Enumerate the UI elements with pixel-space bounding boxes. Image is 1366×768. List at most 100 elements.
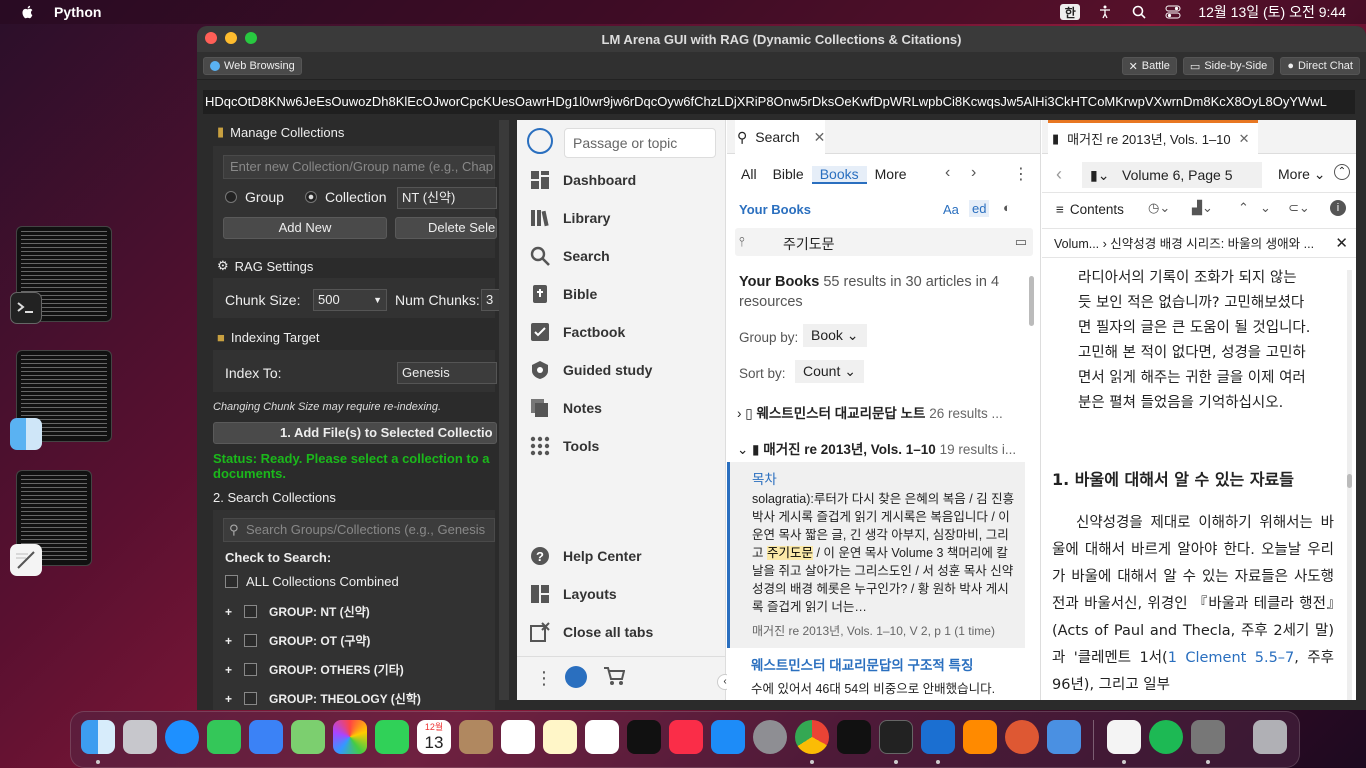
location-selector[interactable]: ▮⌄ Volume 6, Page 5 (1082, 162, 1262, 188)
apple-tv-dock-icon[interactable] (627, 720, 661, 754)
more-options-icon[interactable]: ⋮ (1013, 164, 1029, 184)
clock[interactable]: 12월 13일 (토) 오전 9:44 (1198, 2, 1346, 22)
nav-dashboard[interactable]: Dashboard (529, 168, 636, 192)
close-window-button[interactable] (205, 32, 217, 44)
expand-icon[interactable]: + (225, 634, 232, 648)
index-to-select[interactable]: Genesis (397, 362, 497, 384)
link-icon[interactable]: ⊂⌄ (1288, 200, 1310, 216)
group-ot-row[interactable]: + GROUP: OT (구약) (225, 632, 370, 649)
word-forms-toggle[interactable]: ed (969, 200, 990, 217)
search-query-input[interactable]: 주기도문 (783, 234, 835, 254)
calendar-dock-icon[interactable]: 12월 13 (417, 720, 451, 754)
search-tab[interactable]: ⚲ Search ✕ (735, 120, 825, 154)
maps-dock-icon[interactable] (291, 720, 325, 754)
app-store-dock-icon[interactable] (711, 720, 745, 754)
messages-dock-icon[interactable] (207, 720, 241, 754)
nav-tools[interactable]: Tools (529, 434, 599, 458)
terminal-app-icon[interactable] (10, 292, 42, 324)
keyboard-icon[interactable]: ▭ (1015, 234, 1027, 250)
hit-title[interactable]: 목차 (752, 468, 777, 488)
logos-dock-icon[interactable] (921, 720, 955, 754)
contents-button[interactable]: ≡ Contents (1056, 202, 1124, 217)
control-center-icon[interactable] (1164, 3, 1182, 21)
checkbox[interactable] (244, 663, 258, 676)
back-icon[interactable]: ‹ (945, 164, 950, 182)
accessibility-icon[interactable] (1096, 3, 1114, 21)
side-by-side-button[interactable]: ▭ Side-by-Side (1182, 57, 1275, 75)
textedit-dock-icon[interactable] (1107, 720, 1141, 754)
group-theology-row[interactable]: + GROUP: THEOLOGY (신학) (225, 690, 421, 707)
app-name[interactable]: Python (54, 4, 101, 20)
close-tab-icon[interactable]: ✕ (814, 129, 826, 146)
more-menu[interactable]: More ⌄ (1278, 166, 1326, 183)
terminal-dock-icon[interactable] (879, 720, 913, 754)
nav-guided-study[interactable]: Guided study (529, 358, 652, 382)
rocket-app-dock-icon[interactable] (1191, 720, 1225, 754)
reader-tab[interactable]: ▮ 매거진 re 2013년, Vols. 1–10 ✕ (1048, 120, 1258, 154)
duckduckgo-dock-icon[interactable] (1005, 720, 1039, 754)
zoom-window-button[interactable] (245, 32, 257, 44)
next-hit-title[interactable]: 웨스트민스터 대교리문답의 구조적 특징 (751, 654, 973, 674)
mail-dock-icon[interactable] (249, 720, 283, 754)
search-scrollbar[interactable] (1029, 276, 1034, 326)
nav-close-all-tabs[interactable]: Close all tabs (529, 620, 653, 644)
group-nt-row[interactable]: + GROUP: NT (신약) (225, 603, 370, 620)
sparkle-app-dock-icon[interactable] (837, 720, 871, 754)
book-result-magazine[interactable]: ⌄ ▮ 매거진 re 2013년, Vols. 1–10 19 results … (737, 438, 1027, 458)
chevron-up-icon[interactable]: ⌃ (1238, 200, 1249, 216)
input-source-indicator[interactable]: 한 (1060, 4, 1081, 20)
citation-link[interactable]: 1 Clement 5.5–7 (1168, 650, 1295, 666)
nav-layouts[interactable]: Layouts (529, 582, 617, 606)
add-new-button[interactable]: Add New (223, 217, 387, 239)
checkbox[interactable] (244, 634, 258, 647)
reminders-dock-icon[interactable] (501, 720, 535, 754)
nav-factbook[interactable]: Factbook (529, 320, 625, 344)
logos-home-icon[interactable] (527, 128, 553, 154)
history-icon[interactable]: ◷⌄ (1148, 200, 1170, 216)
freeform-dock-icon[interactable] (585, 720, 619, 754)
collection-select[interactable]: NT (신약) (397, 187, 497, 209)
sort-by-select[interactable]: Count ⌄ (795, 360, 864, 383)
chunk-size-select[interactable]: 500 ▼ (313, 289, 387, 311)
spotlight-search-icon[interactable] (1130, 3, 1148, 21)
apple-icon[interactable] (20, 4, 36, 20)
nav-library[interactable]: Library (529, 206, 610, 230)
delete-selected-button[interactable]: Delete Sele (395, 217, 497, 239)
system-settings-dock-icon[interactable] (753, 720, 787, 754)
launchpad-dock-icon[interactable] (123, 720, 157, 754)
nav-bible[interactable]: Bible (529, 282, 597, 306)
stack-app-dock-icon[interactable] (1047, 720, 1081, 754)
all-collections-checkbox[interactable]: ALL Collections Combined (225, 574, 399, 589)
checkbox[interactable] (244, 692, 258, 705)
trash-dock-icon[interactable] (1253, 720, 1287, 754)
info-icon[interactable]: i (1330, 200, 1346, 216)
collections-search-input[interactable]: ⚲ Search Groups/Collections (e.g., Genesi… (223, 518, 495, 542)
filter-settings-icon[interactable]: ⫯ (739, 234, 745, 250)
nav-help-center[interactable]: ? Help Center (529, 544, 642, 568)
finder-app-icon[interactable] (10, 418, 42, 450)
collection-name-input[interactable]: Enter new Collection/Group name (e.g., C… (223, 155, 495, 179)
finder-dock-icon[interactable] (81, 720, 115, 754)
passage-search-input[interactable]: Passage or topic (564, 128, 716, 158)
chevron-down-icon[interactable]: ⌄ (1260, 200, 1271, 216)
direct-chat-button[interactable]: ● Direct Chat (1280, 57, 1360, 75)
case-sensitive-toggle[interactable]: Aa (943, 202, 959, 217)
photos-dock-icon[interactable] (333, 720, 367, 754)
book-result-westminster[interactable]: › ▯ 웨스트민스터 대교리문답 노트 26 results ... (737, 402, 1027, 422)
expand-icon[interactable]: + (225, 605, 232, 619)
url-field[interactable]: HDqcOtD8KNw6JeEsOuwozDh8KlEcOJworCpcKUes… (203, 90, 1355, 114)
chrome-dock-icon[interactable] (795, 720, 829, 754)
back-icon[interactable]: ‹ (1056, 164, 1062, 185)
num-chunks-select[interactable]: 3 (481, 289, 501, 311)
close-icon[interactable]: ✕ (1335, 229, 1348, 257)
safari-dock-icon[interactable] (165, 720, 199, 754)
left-panel-scrollbar[interactable] (499, 120, 509, 700)
your-books-scope[interactable]: Your Books (739, 202, 811, 217)
nav-notes[interactable]: Notes (529, 396, 602, 420)
filter-all[interactable]: All (741, 166, 765, 184)
more-options-icon[interactable]: ⋮ (535, 668, 553, 689)
battle-button[interactable]: ✕ Battle (1121, 57, 1177, 75)
facetime-dock-icon[interactable] (375, 720, 409, 754)
expand-icon[interactable]: + (225, 692, 232, 706)
filter-books[interactable]: Books (811, 166, 867, 184)
